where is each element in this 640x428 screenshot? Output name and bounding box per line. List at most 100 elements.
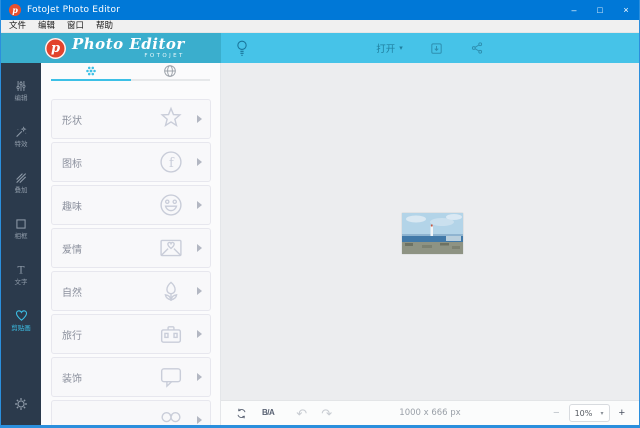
seaside-photo	[402, 213, 463, 254]
chevron-right-icon	[197, 158, 202, 166]
tab-online-search[interactable]	[130, 63, 210, 81]
star-icon	[160, 106, 182, 127]
category-decoration[interactable]: 装饰	[51, 357, 211, 397]
category-label: 爱情	[62, 244, 82, 256]
share-icon	[471, 42, 482, 54]
brand-badge: p	[45, 37, 66, 59]
menu-help[interactable]: 帮助	[90, 20, 119, 33]
category-label: 装饰	[62, 373, 82, 385]
flower-icon	[164, 281, 178, 301]
main-body: 编辑 特效 叠加 相框 T 文字 剪贴画 形状 图标 f 趣味 爱情 自然 旅行…	[1, 63, 639, 425]
clipart-panel: 形状 图标 f 趣味 爱情 自然 旅行 装饰	[41, 63, 221, 425]
window-title: FotoJet Photo Editor	[27, 5, 121, 15]
category-nature[interactable]: 自然	[51, 271, 211, 311]
app-window: p FotoJet Photo Editor – □ × 文件 编辑 窗口 帮助…	[0, 0, 640, 428]
smiley-icon	[160, 194, 182, 216]
text-icon: T	[17, 264, 24, 276]
category-shapes[interactable]: 形状	[51, 99, 211, 139]
glasses-icon	[161, 411, 181, 423]
save-button[interactable]	[429, 41, 444, 56]
chevron-right-icon	[197, 244, 202, 252]
sidebar-item-overlay[interactable]: 叠加	[1, 159, 41, 205]
rotate-reset-icon	[237, 408, 246, 418]
menu-file[interactable]: 文件	[3, 20, 32, 33]
chevron-down-icon: ▾	[399, 45, 403, 52]
title-bar: p FotoJet Photo Editor – □ ×	[1, 0, 639, 20]
sliders-icon	[16, 80, 26, 91]
category-love[interactable]: 爱情	[51, 228, 211, 268]
header-band: p Photo Editor FOTOJET 打开 ▾	[1, 33, 639, 63]
tab-clipart-library[interactable]	[51, 63, 131, 81]
zoom-in-button[interactable]: +	[619, 407, 625, 419]
before-after-button[interactable]: B/A	[262, 408, 275, 418]
sidebar-item-text[interactable]: T 文字	[1, 251, 41, 297]
save-icon	[431, 42, 442, 54]
sidebar-item-label: 编辑	[14, 93, 28, 102]
love-letter-icon	[160, 239, 182, 257]
category-fun[interactable]: 趣味	[51, 185, 211, 225]
zoom-level-select[interactable]: 10% ▾	[568, 404, 610, 422]
undo-button[interactable]: ↶	[296, 407, 307, 420]
suitcase-icon	[160, 326, 182, 343]
close-button[interactable]: ×	[613, 0, 639, 20]
sidebar-item-clipart[interactable]: 剪贴画	[1, 297, 41, 343]
globe-icon	[164, 65, 177, 77]
panel-tabs	[41, 63, 220, 81]
svg-text:T: T	[17, 264, 24, 276]
menu-window[interactable]: 窗口	[61, 20, 90, 33]
category-label: 旅行	[62, 330, 82, 342]
overlay-hatch-icon	[16, 172, 27, 183]
share-button[interactable]	[470, 41, 484, 55]
gear-icon	[15, 398, 27, 410]
top-toolbar: 打开 ▾	[221, 33, 639, 63]
chevron-right-icon	[197, 115, 202, 123]
chevron-right-icon	[197, 373, 202, 381]
category-label: 趣味	[62, 201, 82, 213]
canvas	[221, 63, 639, 400]
open-label: 打开	[376, 44, 396, 55]
app-icon: p	[9, 4, 21, 16]
chevron-right-icon	[197, 330, 202, 338]
category-travel[interactable]: 旅行	[51, 314, 211, 354]
frame-icon	[16, 218, 26, 229]
open-button[interactable]: 打开 ▾	[376, 41, 403, 55]
photo-thumbnail[interactable]	[402, 213, 463, 254]
menu-edit[interactable]: 编辑	[32, 20, 61, 33]
reset-button[interactable]	[235, 407, 248, 420]
zoom-out-button[interactable]: −	[553, 407, 559, 419]
category-list: 形状 图标 f 趣味 爱情 自然 旅行 装饰	[41, 81, 220, 425]
sidebar-item-edit[interactable]: 编辑	[1, 67, 41, 113]
sidebar-item-label: 剪贴画	[11, 324, 31, 332]
sidebar-item-label: 叠加	[14, 185, 28, 194]
svg-text:f: f	[169, 156, 175, 171]
chevron-right-icon	[197, 287, 202, 295]
chevron-right-icon	[197, 416, 202, 424]
facebook-icon: f	[160, 151, 182, 173]
brand-logo: p Photo Editor FOTOJET	[1, 33, 221, 63]
heart-icon	[15, 310, 27, 321]
category-icons[interactable]: 图标 f	[51, 142, 211, 182]
speech-bubble-icon	[160, 368, 182, 388]
sidebar-item-effects[interactable]: 特效	[1, 113, 41, 159]
menu-bar: 文件 编辑 窗口 帮助	[1, 20, 639, 33]
status-bar: 1000 x 666 px B/A ↶ ↷ − 10% ▾ +	[221, 400, 639, 425]
zoom-level-value: 10%	[574, 408, 593, 418]
lightbulb-icon	[237, 40, 247, 56]
sidebar-item-label: 文字	[14, 277, 28, 286]
minimize-button[interactable]: –	[561, 0, 587, 20]
brand-wordmark: FOTOJET	[144, 53, 185, 59]
settings-button[interactable]	[14, 397, 28, 411]
category-more[interactable]	[51, 400, 211, 425]
left-sidebar: 编辑 特效 叠加 相框 T 文字 剪贴画	[1, 63, 41, 425]
tips-lightbulb-button[interactable]	[234, 37, 250, 59]
redo-button[interactable]: ↷	[321, 407, 332, 420]
category-label: 形状	[62, 115, 82, 127]
magic-wand-icon	[16, 125, 27, 137]
sidebar-item-frame[interactable]: 相框	[1, 205, 41, 251]
brand-script: Photo Editor	[72, 35, 185, 53]
maximize-button[interactable]: □	[587, 0, 613, 20]
clipart-cluster-icon	[85, 66, 96, 76]
work-area: 1000 x 666 px B/A ↶ ↷ − 10% ▾ +	[221, 63, 639, 425]
chevron-down-icon: ▾	[600, 409, 604, 417]
sidebar-item-label: 相框	[14, 231, 28, 240]
